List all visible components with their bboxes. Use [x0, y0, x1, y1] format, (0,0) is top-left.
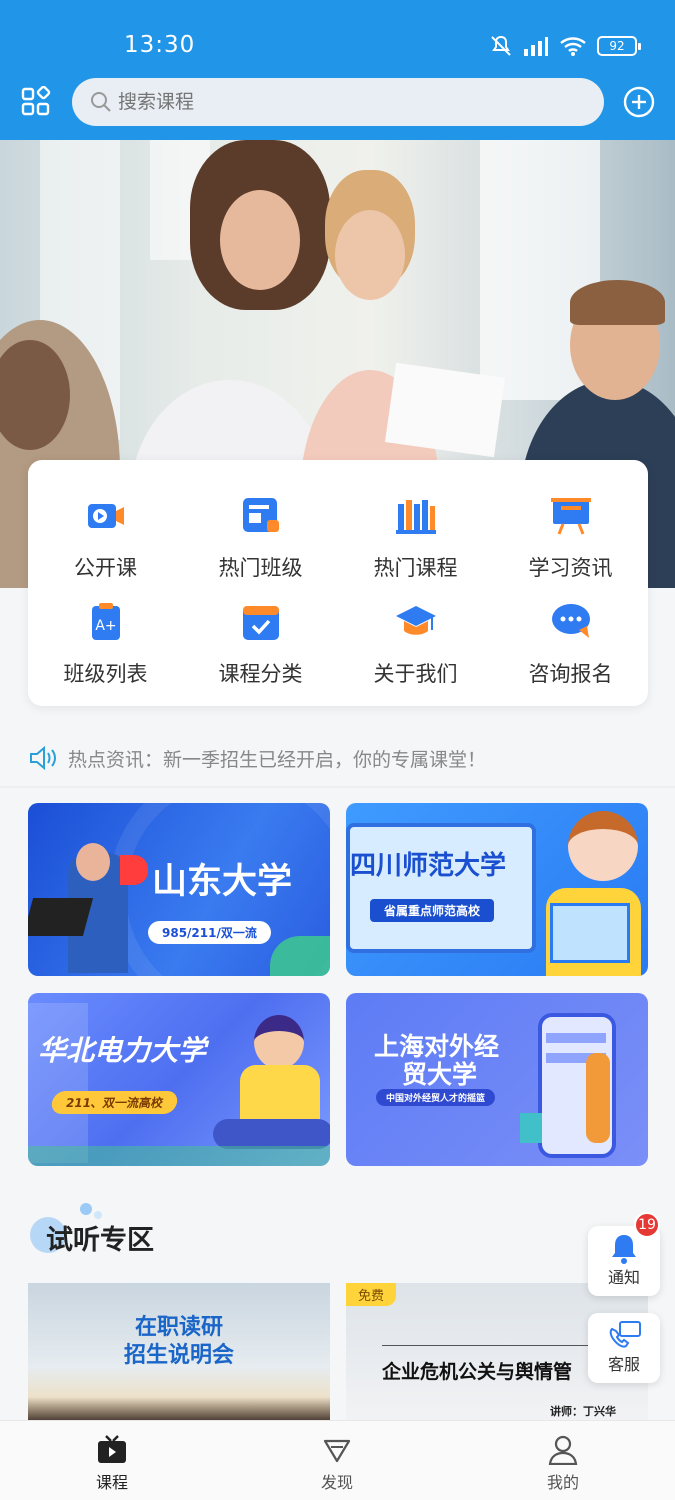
video-icon [87, 504, 124, 528]
banner-title: 华北电力大学 [38, 1034, 207, 1067]
class-icon [242, 498, 279, 532]
banner-title-line2: 贸大学 [402, 1060, 478, 1089]
news-text: 热点资讯：新一季招生已经开启，你的专属课堂！ [68, 748, 487, 771]
customer-service-label: 客服 [607, 1355, 640, 1374]
add-icon[interactable] [623, 86, 655, 118]
tab-label: 课程 [95, 1473, 128, 1492]
notice-button[interactable]: 19 通知 [588, 1212, 660, 1296]
banner-title: 四川师范大学 [350, 851, 507, 881]
menu-label: 班级列表 [63, 662, 148, 686]
menu-label: 热门班级 [218, 556, 303, 580]
menu-label: 课程分类 [218, 662, 303, 686]
banner-tag: 985/211/双一流 [148, 921, 271, 944]
search-icon [91, 92, 111, 112]
banner-tag: 中国对外经贸人才的摇篮 [376, 1089, 496, 1106]
mute-icon [491, 35, 511, 56]
menu-class-list[interactable]: A+ 班级列表 [28, 600, 183, 688]
trial-section-title: 试听专区 [46, 1225, 154, 1256]
menu-hot-course[interactable]: 热门课程 [338, 494, 493, 582]
menu-consult-signup[interactable]: 咨询报名 [493, 600, 648, 688]
tab-mine[interactable]: 我的 [503, 1421, 623, 1500]
tab-label: 发现 [320, 1473, 353, 1492]
quick-menu-panel: 公开课 热门班级 热门课程 学习资讯 A+ 班级列表 课程分类 关于我们 咨询报… [28, 460, 648, 706]
tab-label: 我的 [546, 1473, 579, 1492]
menu-label: 学习资讯 [528, 556, 613, 580]
top-bar: 13:30 92 [0, 0, 675, 140]
menu-label: 热门课程 [373, 556, 458, 580]
person-icon [548, 1435, 578, 1466]
menu-course-category[interactable]: 课程分类 [183, 600, 338, 688]
section-divider [0, 786, 675, 788]
signal-icon [524, 37, 548, 56]
search-input[interactable] [118, 91, 518, 113]
svg-text:A+: A+ [95, 618, 116, 634]
books-icon [395, 500, 436, 534]
clipboard-icon: A+ [91, 603, 120, 640]
menu-study-news[interactable]: 学习资讯 [493, 494, 648, 582]
battery-indicator: 92 [597, 36, 641, 56]
banner-tag: 211、双一流高校 [49, 1091, 180, 1114]
wifi-icon [560, 37, 586, 56]
grid-menu-icon[interactable] [20, 86, 52, 118]
diamond-icon [323, 1439, 351, 1463]
trial-card-grad-admission[interactable]: 在职读研 招生说明会 [28, 1283, 330, 1423]
menu-hot-class[interactable]: 热门班级 [183, 494, 338, 582]
battery-level: 92 [609, 39, 625, 53]
calendar-check-icon [242, 606, 279, 640]
easel-icon [550, 498, 591, 535]
chat-bubble-icon [551, 604, 590, 638]
banner-shandong-university[interactable]: 山东大学 985/211/双一流 [28, 803, 330, 976]
menu-about-us[interactable]: 关于我们 [338, 600, 493, 688]
tv-icon [98, 1435, 126, 1463]
trial-card-title: 企业危机公关与舆情管 [382, 1361, 573, 1383]
notice-label: 通知 [607, 1268, 640, 1287]
trial-card-teacher: 讲师：丁兴华 [550, 1405, 616, 1418]
bell-icon [612, 1235, 636, 1264]
status-time: 13:30 [124, 32, 196, 58]
bottom-tab-bar: 课程 发现 我的 [0, 1420, 675, 1500]
graduation-cap-icon [395, 606, 436, 635]
status-icons: 92 [489, 34, 641, 58]
status-bar: 13:30 92 [0, 30, 675, 64]
news-ticker[interactable]: 热点资讯：新一季招生已经开启，你的专属课堂！ [0, 730, 675, 786]
banner-tag: 省属重点师范高校 [370, 899, 495, 922]
speaker-icon [30, 745, 56, 771]
notice-count-badge: 19 [634, 1212, 660, 1238]
banner-shanghai-uibe[interactable]: 上海对外经 贸大学 中国对外经贸人才的摇篮 [346, 993, 648, 1166]
customer-service-button[interactable]: 客服 [588, 1313, 660, 1383]
banner-title: 山东大学 [152, 862, 293, 902]
trial-card-line2: 招生说明会 [123, 1343, 234, 1368]
menu-label: 公开课 [74, 556, 137, 580]
tab-discover[interactable]: 发现 [277, 1421, 397, 1500]
banner-sichuan-normal-university[interactable]: 四川师范大学 省属重点师范高校 [346, 803, 648, 976]
tab-courses[interactable]: 课程 [52, 1421, 172, 1500]
menu-open-course[interactable]: 公开课 [28, 494, 183, 582]
phone-chat-icon [609, 1321, 641, 1348]
menu-label: 咨询报名 [528, 662, 613, 686]
menu-label: 关于我们 [373, 662, 458, 686]
search-bar[interactable] [72, 78, 604, 126]
banner-north-china-electric-power-university[interactable]: 华北电力大学 211、双一流高校 [28, 993, 330, 1166]
free-badge: 免费 [346, 1283, 397, 1306]
